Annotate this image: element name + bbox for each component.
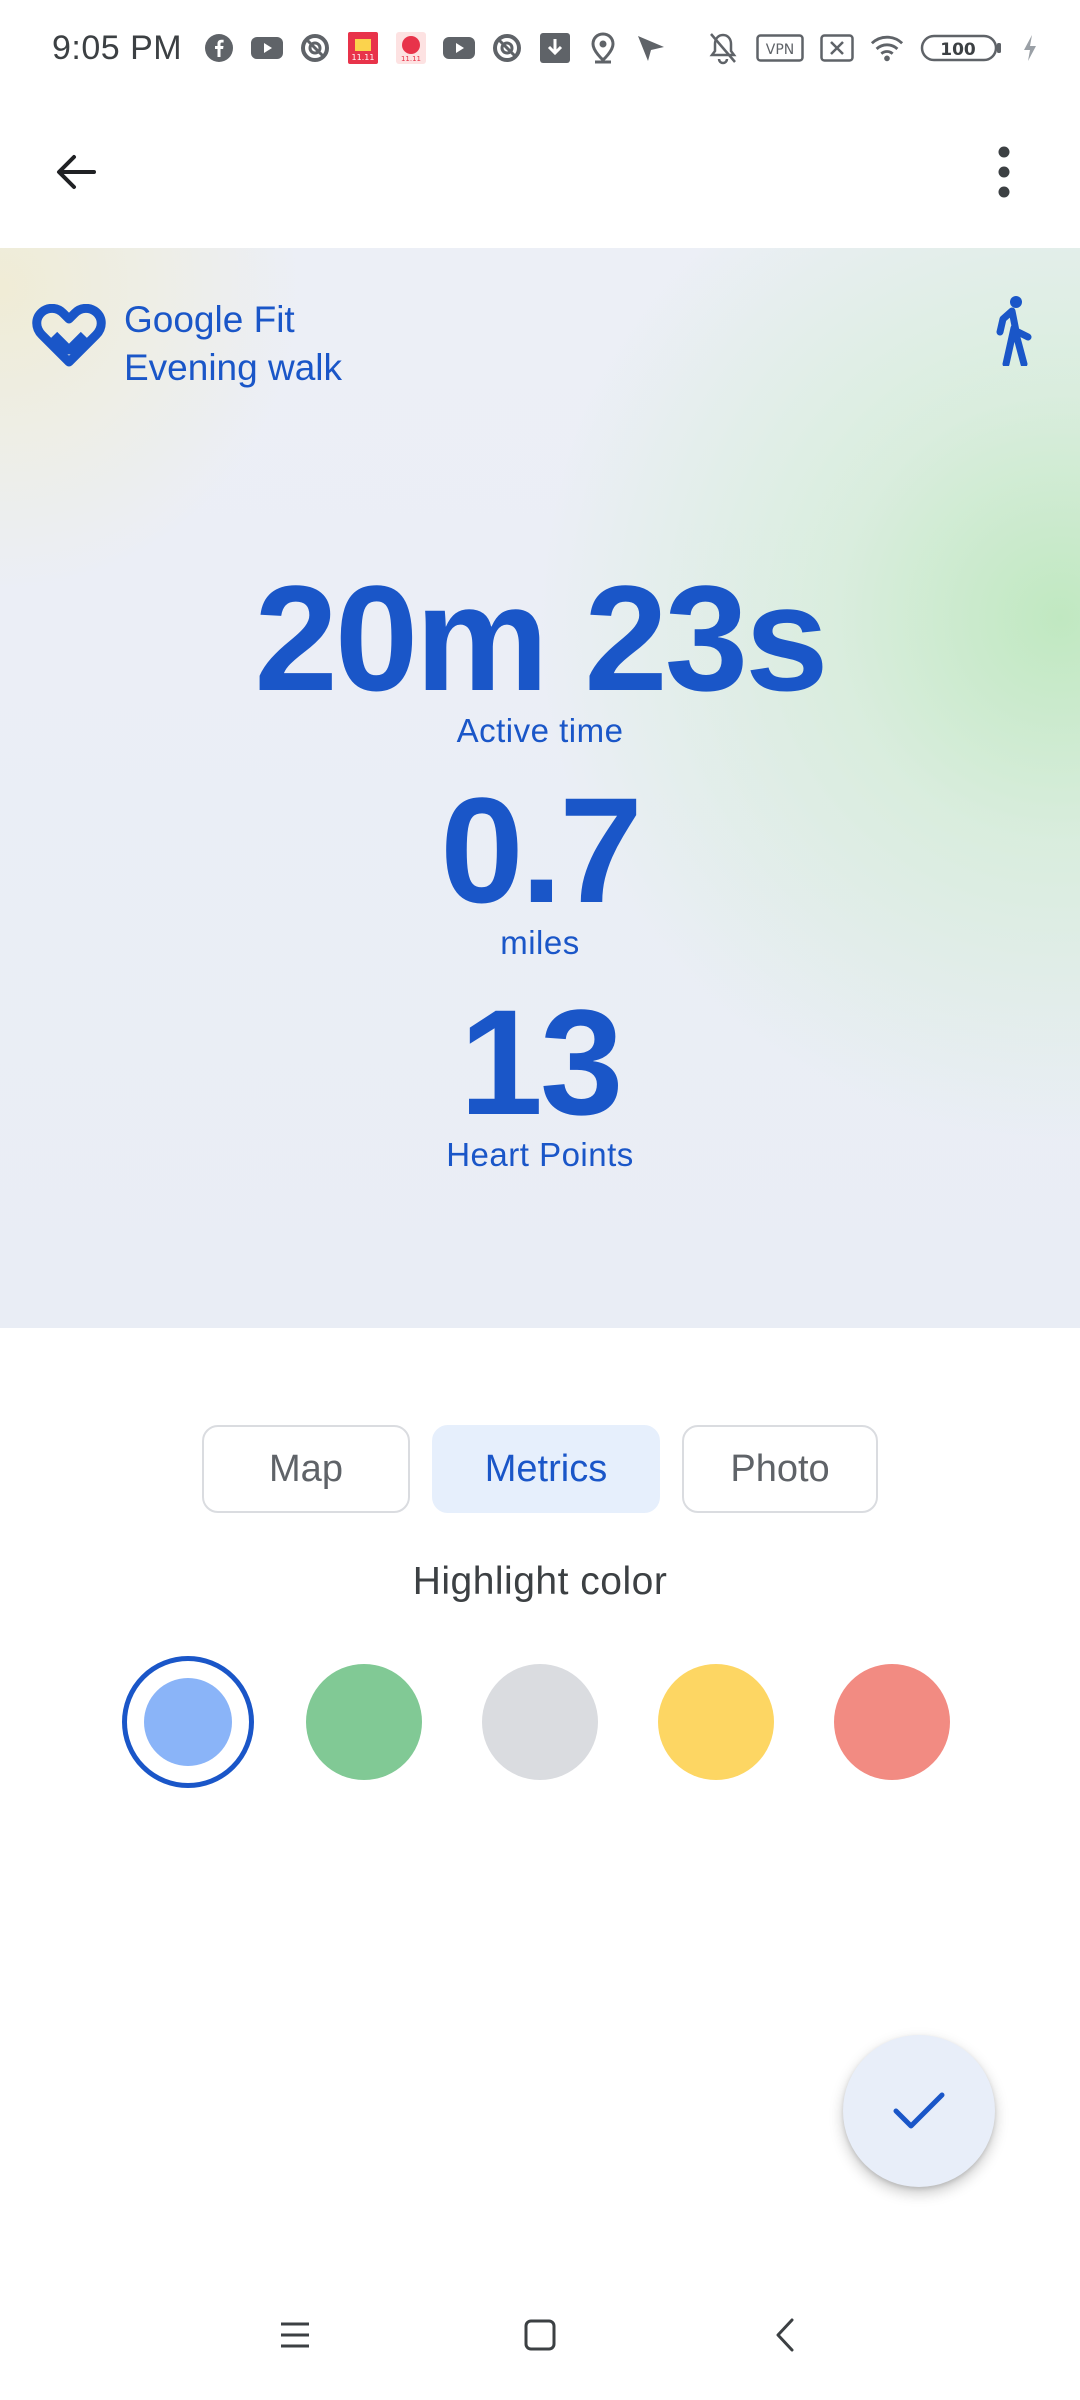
home-button[interactable] [505,2300,575,2370]
facebook-icon [202,31,236,65]
walking-icon [986,294,1040,371]
share-card-preview: Google Fit Evening walk 20m 23s Active t… [0,248,1080,1328]
app-icon-red-2: 11.11 [394,31,428,65]
charging-icon [1020,31,1040,65]
more-vert-icon [998,146,1010,198]
status-time: 9:05 PM [52,28,183,67]
metric-value: 0.7 [440,766,643,934]
highlight-color-picker [0,1656,1080,1788]
location-icon [586,31,620,65]
swatch-fill [144,1678,232,1766]
youtube-icon [250,31,284,65]
youtube-icon [442,31,476,65]
metric-value: 13 [459,978,624,1146]
brand-name: Google Fit [124,299,295,340]
tab-map[interactable]: Map [202,1425,410,1513]
svg-text:11.11: 11.11 [401,55,421,63]
color-swatch-yellow[interactable] [658,1664,774,1780]
blocked-icon [490,31,524,65]
menu-icon [281,2322,309,2348]
system-nav-bar [0,2280,1080,2390]
activity-title: Evening walk [124,347,343,388]
highlight-color-title: Highlight color [412,1560,668,1603]
tab-metrics[interactable]: Metrics [432,1425,660,1513]
battery-icon: 100 [920,31,1004,65]
metric-label: Active time [456,712,624,749]
metric-heart-points: 13 Heart Points [0,987,1080,1175]
blocked-icon [298,31,332,65]
tab-photo[interactable]: Photo [682,1425,878,1513]
vpn-icon: VPN [756,31,804,65]
google-fit-logo-icon [32,304,106,367]
card-brand: Google Fit Evening walk [32,296,342,392]
check-icon [893,2092,945,2129]
metric-distance: 0.7 miles [0,775,1080,963]
metric-value: 20m 23s [254,554,828,722]
metric-label: Heart Points [446,1136,634,1173]
send-icon [634,31,668,65]
notification-icons: 11.11 11.11 [202,31,668,65]
recents-button[interactable] [260,2300,330,2370]
home-icon [524,2319,556,2351]
color-swatch-red[interactable] [834,1664,950,1780]
app-icon-red: 11.11 [346,31,380,65]
back-icon [776,2318,794,2352]
svg-text:11.11: 11.11 [352,53,375,62]
status-bar: 9:05 PM 11.11 11.11 VPN 100 [0,0,1080,96]
system-back-button[interactable] [750,2300,820,2370]
more-options-button[interactable] [960,128,1048,216]
color-swatch-blue[interactable] [122,1656,254,1788]
close-box-icon [820,31,854,65]
metric-active-time: 20m 23s Active time [0,563,1080,751]
mute-bell-icon [706,31,740,65]
color-swatch-green[interactable] [306,1664,422,1780]
confirm-fab[interactable] [843,2035,995,2187]
wifi-icon [870,31,904,65]
card-type-tabs: Map Metrics Photo [0,1425,1080,1513]
app-bar [0,96,1080,248]
vpn-label: VPN [766,42,795,58]
back-button[interactable] [32,128,120,216]
metric-label: miles [500,924,580,961]
color-swatch-grey[interactable] [482,1664,598,1780]
battery-label: 100 [940,40,976,60]
arrow-back-icon [57,155,96,189]
download-icon [538,31,572,65]
system-status-icons: VPN 100 [706,31,1040,65]
